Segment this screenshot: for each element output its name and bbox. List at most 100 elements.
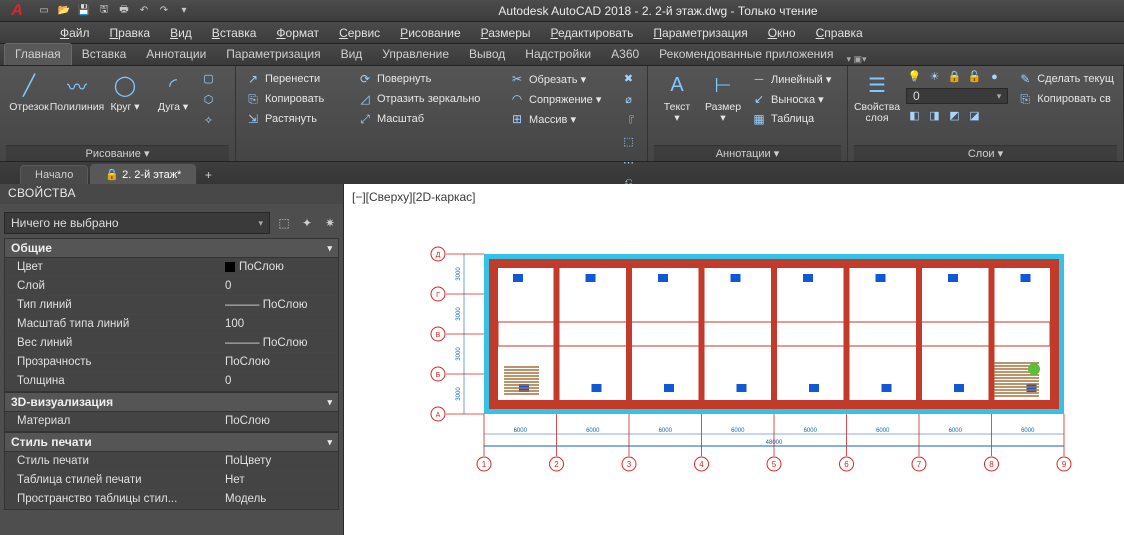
button-Сделать текущ[interactable]: ✎Сделать текущ	[1014, 70, 1117, 88]
qat-new-icon[interactable]: ▭	[36, 3, 52, 19]
draw-misc-icon[interactable]: ▢	[200, 70, 217, 87]
property-row[interactable]: Вес линий——— ПоСлою	[5, 334, 338, 353]
layer-tool-icon[interactable]: ◧	[906, 107, 923, 124]
ribbon-tab-Управление[interactable]: Управление	[372, 44, 459, 65]
edit-misc-icon[interactable]: 『	[620, 112, 637, 129]
property-row[interactable]: Таблица стилей печатиНет	[5, 471, 338, 490]
layer-state-icon[interactable]: 💡	[906, 68, 923, 85]
menu-Справка[interactable]: Справка	[808, 24, 871, 42]
menu-Вид[interactable]: Вид	[162, 24, 200, 42]
button-Копировать св[interactable]: ⎘Копировать св	[1014, 90, 1117, 108]
property-row[interactable]: ЦветПоСлою	[5, 258, 338, 277]
button-Дуга[interactable]: ◜Дуга ▾	[150, 68, 196, 115]
button-Выноска ▾[interactable]: ↙Выноска ▾	[748, 90, 834, 108]
menu-Параметризация[interactable]: Параметризация	[645, 24, 755, 42]
edit-misc-icon[interactable]: ✖	[620, 70, 637, 87]
layer-tool-icon[interactable]: ◪	[966, 107, 983, 124]
ribbon-tab-Параметризация[interactable]: Параметризация	[216, 44, 330, 65]
button-Текст[interactable]: AТекст▾	[654, 68, 700, 126]
qat-open-icon[interactable]: 📂	[56, 3, 72, 19]
property-row[interactable]: ПрозрачностьПоСлою	[5, 353, 338, 372]
property-row[interactable]: МатериалПоСлою	[5, 412, 338, 431]
button-Размер[interactable]: ⊢Размер▾	[700, 68, 746, 126]
menu-Правка[interactable]: Правка	[102, 24, 159, 42]
category-header[interactable]: Стиль печати▾	[5, 433, 338, 452]
edit-misc-icon[interactable]: ⬚	[620, 133, 637, 150]
button-Обрезать ▾[interactable]: ✂Обрезать ▾	[506, 70, 616, 88]
property-row[interactable]: Стиль печатиПоЦвету	[5, 452, 338, 471]
property-row[interactable]: Пространство таблицы стил...Модель	[5, 490, 338, 509]
property-row[interactable]: Слой0	[5, 277, 338, 296]
viewport-label[interactable]: [−][Сверху][2D-каркас]	[352, 190, 476, 204]
menu-Формат[interactable]: Формат	[268, 24, 327, 42]
layer-properties-button[interactable]: ☰ Свойства слоя	[854, 68, 900, 126]
ribbon-tab-Вид[interactable]: Вид	[331, 44, 373, 65]
button-Копировать[interactable]: ⎘Копировать	[242, 90, 352, 108]
ribbon-tab-Рекомендованные приложения[interactable]: Рекомендованные приложения	[649, 44, 843, 65]
menu-Окно[interactable]: Окно	[760, 24, 804, 42]
property-row[interactable]: Тип линий——— ПоСлою	[5, 296, 338, 315]
panel-layers-title[interactable]: Слои ▾	[854, 145, 1117, 161]
menu-Файл[interactable]: Файл	[52, 24, 98, 42]
menu-Размеры[interactable]: Размеры	[473, 24, 539, 42]
button-Повернуть[interactable]: ⟳Повернуть	[354, 70, 504, 88]
menu-Вставка[interactable]: Вставка	[204, 24, 265, 42]
qat-redo-icon[interactable]: ↷	[156, 3, 172, 19]
button-Масштаб[interactable]: ⤢Масштаб	[354, 110, 504, 128]
new-tab-button[interactable]: +	[198, 166, 218, 184]
drawing-canvas[interactable]: [−][Сверху][2D-каркас] 12345678960006000…	[344, 184, 1124, 535]
menu-Редактировать[interactable]: Редактировать	[543, 24, 642, 42]
layer-state-icon[interactable]: 🔒	[946, 68, 963, 85]
button-Массив ▾[interactable]: ⊞Массив ▾	[506, 110, 616, 128]
button-Перенести[interactable]: ↗Перенести	[242, 70, 352, 88]
ribbon-minimize-icon[interactable]: ▾ ▣▾	[847, 54, 867, 65]
edit-icon: ⇲	[245, 111, 261, 127]
button-Круг[interactable]: ◯Круг ▾	[102, 68, 148, 115]
selection-combo[interactable]: Ничего не выбрано▾	[4, 212, 270, 234]
qat-save-icon[interactable]: 💾	[76, 3, 92, 19]
doc-tab[interactable]: 🔒 2. 2-й этаж*	[90, 164, 196, 184]
category-header[interactable]: Общие▾	[5, 239, 338, 258]
ribbon-tab-Главная[interactable]: Главная	[4, 43, 72, 65]
autocad-logo[interactable]: A	[0, 0, 34, 22]
panel-draw-title[interactable]: Рисование ▾	[6, 145, 229, 161]
category-header[interactable]: 3D-визуализация▾	[5, 393, 338, 412]
palette-filter-icon[interactable]: ✷	[321, 214, 339, 232]
qat-saveas-icon[interactable]: 🖫	[96, 3, 112, 19]
layer-tool-icon[interactable]: ◨	[926, 107, 943, 124]
qat-undo-icon[interactable]: ↶	[136, 3, 152, 19]
layer-state-icon[interactable]: ☀	[926, 68, 943, 85]
qat-plot-icon[interactable]: 🖶	[116, 3, 132, 19]
edit-misc-icon[interactable]: ⋯	[620, 154, 637, 171]
ribbon-tab-Аннотации[interactable]: Аннотации	[136, 44, 216, 65]
edit-misc-icon[interactable]: ⌀	[620, 91, 637, 108]
property-row[interactable]: Толщина0	[5, 372, 338, 391]
draw-misc-icon[interactable]: ⬡	[200, 91, 217, 108]
button-Отразить зеркально[interactable]: ◿Отразить зеркально	[354, 90, 504, 108]
panel-annotation-title[interactable]: Аннотации ▾	[654, 145, 841, 161]
button-Таблица[interactable]: ▦Таблица	[748, 110, 834, 128]
button-Сопряжение ▾[interactable]: ◠Сопряжение ▾	[506, 90, 616, 108]
draw-misc-icon[interactable]: ✧	[200, 112, 217, 129]
menu-Сервис[interactable]: Сервис	[331, 24, 388, 42]
layer-tool-icon[interactable]: ◩	[946, 107, 963, 124]
button-Растянуть[interactable]: ⇲Растянуть	[242, 110, 352, 128]
svg-text:Г: Г	[436, 292, 440, 299]
ribbon-tab-Надстройки[interactable]: Надстройки	[515, 44, 601, 65]
menu-Рисование[interactable]: Рисование	[392, 24, 468, 42]
svg-text:4: 4	[699, 460, 704, 469]
property-row[interactable]: Масштаб типа линий100	[5, 315, 338, 334]
doc-tab[interactable]: Начало	[20, 165, 88, 184]
pick-add-icon[interactable]: ⬚	[275, 214, 293, 232]
ribbon-tab-Вывод[interactable]: Вывод	[459, 44, 515, 65]
button-Линейный ▾[interactable]: ─Линейный ▾	[748, 70, 834, 88]
layer-state-icon[interactable]: ●	[986, 68, 1003, 85]
ribbon-tab-Вставка[interactable]: Вставка	[72, 44, 137, 65]
layer-state-icon[interactable]: 🔓	[966, 68, 983, 85]
button-Отрезок[interactable]: ╱Отрезок	[6, 68, 52, 115]
quick-select-icon[interactable]: ✦	[298, 214, 316, 232]
button-Полилиния[interactable]: 〰Полилиния	[54, 68, 100, 115]
ribbon-tab-A360[interactable]: A360	[601, 44, 649, 65]
qat-more-icon[interactable]: ▾	[176, 3, 192, 19]
layer-combo[interactable]: 0▾	[906, 88, 1008, 104]
